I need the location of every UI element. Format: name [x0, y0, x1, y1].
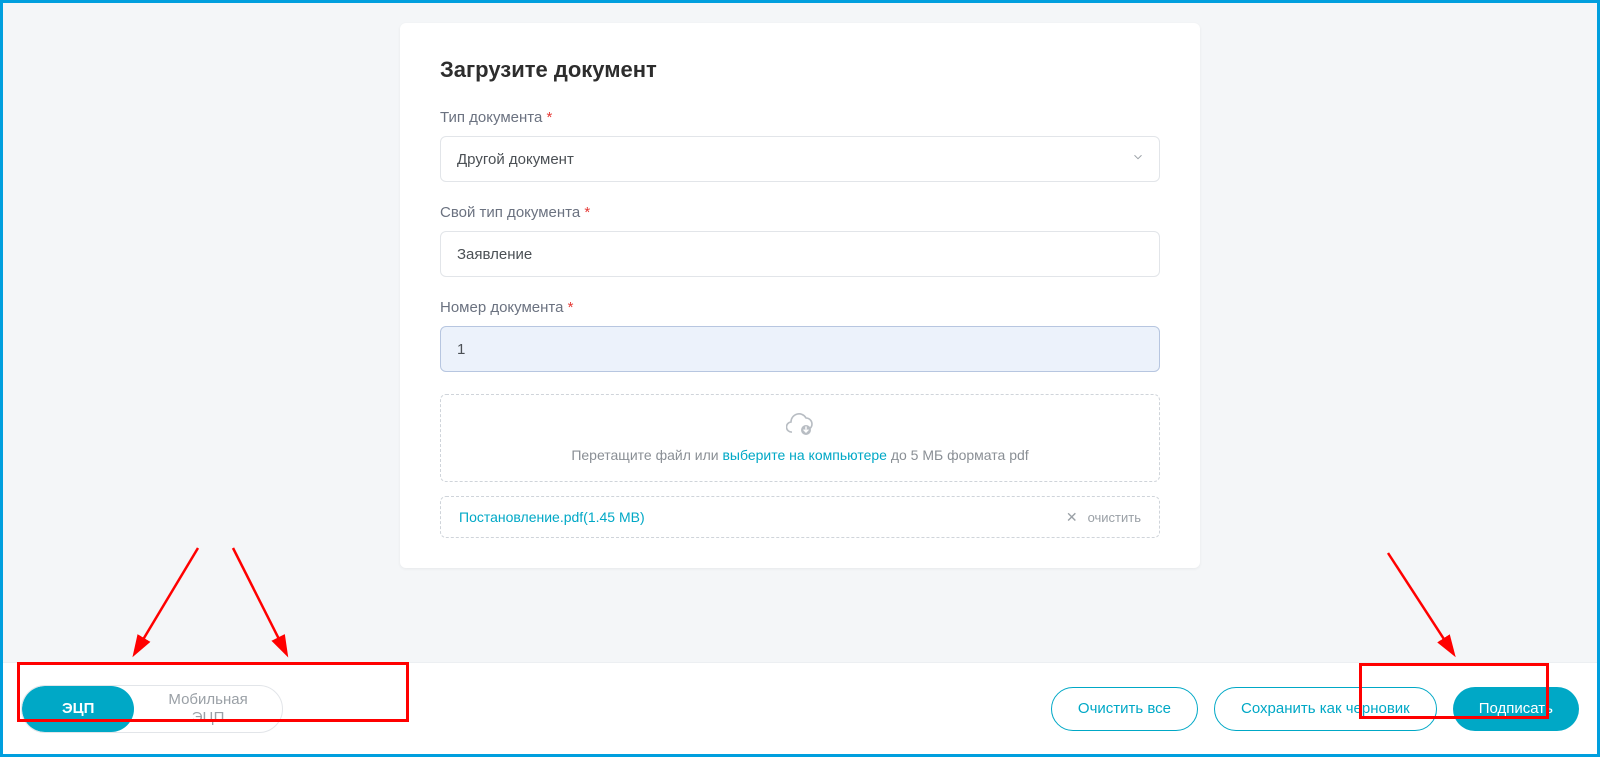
signature-type-segment: ЭЦП Мобильная ЭЦП — [21, 685, 283, 733]
uploaded-file-name[interactable]: Постановление.pdf(1.45 MB) — [459, 509, 645, 525]
doc-number-input[interactable] — [440, 326, 1160, 372]
choose-file-link[interactable]: выберите на компьютере — [722, 447, 886, 463]
clear-all-button[interactable]: Очистить все — [1051, 687, 1198, 731]
chevron-down-icon — [1131, 150, 1145, 168]
doc-type-value: Другой документ — [457, 151, 574, 168]
doc-type-label: Тип документа * — [440, 109, 1160, 126]
clear-file-button[interactable]: ✕ очистить — [1066, 510, 1141, 525]
sign-button[interactable]: Подписать — [1453, 687, 1579, 731]
ecp-tab[interactable]: ЭЦП — [22, 686, 134, 732]
own-type-label: Свой тип документа * — [440, 204, 1160, 221]
file-dropzone[interactable]: Перетащите файл или выберите на компьюте… — [440, 394, 1160, 482]
close-icon: ✕ — [1066, 510, 1078, 524]
doc-type-select[interactable]: Другой документ — [440, 136, 1160, 182]
own-type-input[interactable] — [440, 231, 1160, 277]
doc-number-label: Номер документа * — [440, 299, 1160, 316]
mobile-ecp-tab[interactable]: Мобильная ЭЦП — [134, 686, 281, 732]
dropzone-text-after: до 5 МБ формата pdf — [887, 447, 1029, 463]
cloud-download-icon — [786, 413, 814, 437]
upload-document-card: Загрузите документ Тип документа * Друго… — [400, 23, 1200, 568]
footer-bar: ЭЦП Мобильная ЭЦП Очистить все Сохранить… — [3, 662, 1597, 754]
uploaded-file-box: Постановление.pdf(1.45 MB) ✕ очистить — [440, 496, 1160, 538]
save-draft-button[interactable]: Сохранить как черновик — [1214, 687, 1437, 731]
dropzone-text-before: Перетащите файл или — [571, 447, 722, 463]
card-title: Загрузите документ — [440, 57, 1160, 83]
